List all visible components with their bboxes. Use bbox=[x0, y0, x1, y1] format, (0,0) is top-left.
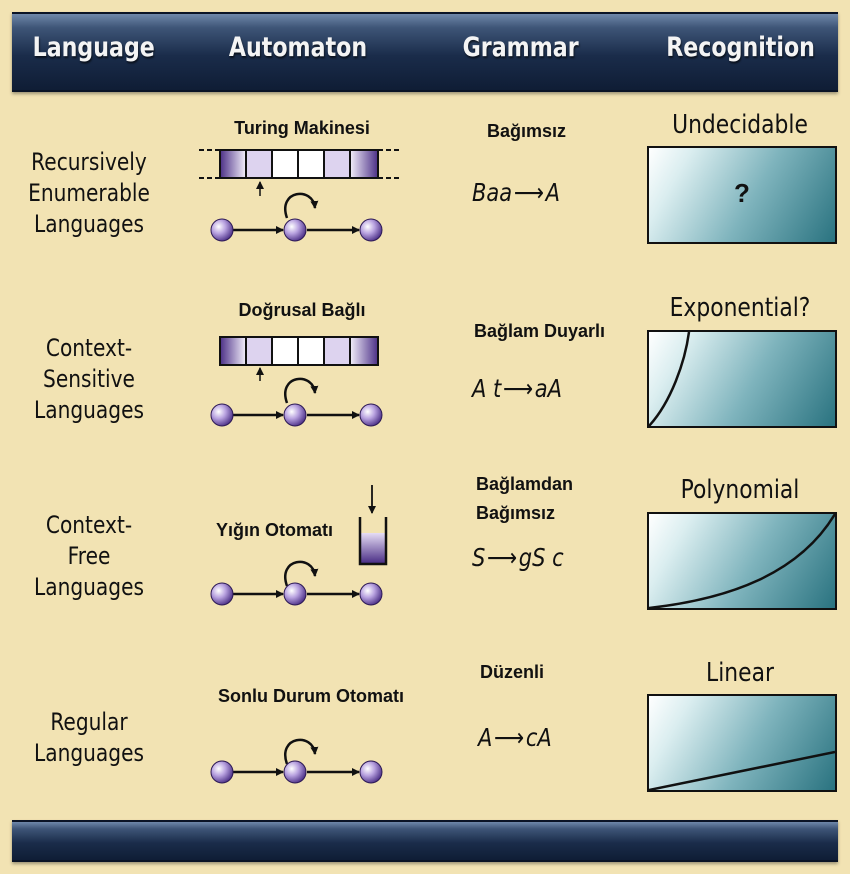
footer-bar bbox=[12, 820, 838, 862]
grammar-rule: S⟶gS c bbox=[472, 543, 564, 572]
state-node bbox=[210, 582, 234, 606]
automaton-label-turing: Turing Makinesi bbox=[234, 118, 370, 138]
grammar-rule: Baa⟶A bbox=[472, 178, 560, 207]
recognition-label-exponential: Exponential? bbox=[669, 293, 811, 323]
complexity-box-polynomial bbox=[647, 512, 837, 610]
rule-right: cA bbox=[525, 723, 552, 752]
grammar-label-context-sensitive: Bağlam Duyarlı bbox=[474, 321, 606, 341]
rule-arrow-icon: ⟶ bbox=[502, 374, 534, 403]
state-node bbox=[210, 218, 234, 242]
self-loop-arrow bbox=[284, 192, 319, 219]
state-node bbox=[359, 760, 383, 784]
language-context-free: Context- Free Languages bbox=[33, 511, 144, 601]
grammar-label-unrestricted: Bağımsız bbox=[487, 121, 567, 141]
complexity-box-exponential bbox=[647, 330, 837, 428]
polynomial-curve bbox=[649, 514, 835, 608]
automaton-label-pushdown: Yığın Otomatı bbox=[216, 520, 333, 540]
rule-left: Baa bbox=[472, 178, 513, 207]
header-grammar: Grammar bbox=[462, 32, 579, 63]
language-recursively-enumerable: Recursively Enumerable Languages bbox=[28, 148, 150, 238]
state-node bbox=[283, 760, 307, 784]
automaton-label-finite-state: Sonlu Durum Otomatı bbox=[218, 686, 404, 706]
state-node bbox=[359, 403, 383, 427]
rule-left: S bbox=[472, 543, 486, 572]
rule-right: A bbox=[545, 178, 560, 207]
language-regular: Regular Languages bbox=[33, 708, 144, 767]
self-loop-arrow bbox=[284, 560, 319, 587]
state-node bbox=[283, 403, 307, 427]
question-mark: ? bbox=[734, 178, 750, 208]
rule-arrow-icon: ⟶ bbox=[513, 178, 544, 207]
state-node bbox=[359, 218, 383, 242]
header-automaton: Automaton bbox=[228, 32, 368, 63]
state-node bbox=[283, 582, 307, 606]
linear-bounded-automaton-diagram bbox=[210, 336, 383, 427]
language-context-sensitive: Context- Sensitive Languages bbox=[33, 334, 144, 424]
rule-left: A bbox=[478, 723, 493, 752]
complexity-box-linear bbox=[647, 694, 837, 792]
rule-right: gS c bbox=[518, 543, 564, 572]
rule-arrow-icon: ⟶ bbox=[487, 543, 518, 572]
self-loop-arrow bbox=[284, 377, 319, 404]
pushdown-automaton-diagram bbox=[210, 560, 383, 606]
state-node bbox=[210, 760, 234, 784]
rule-left: A t bbox=[472, 374, 502, 403]
tape bbox=[219, 336, 379, 366]
state-node bbox=[283, 218, 307, 242]
header-language: Language bbox=[32, 32, 155, 63]
tape bbox=[199, 149, 401, 179]
finite-state-automaton-diagram bbox=[210, 738, 383, 784]
state-node bbox=[359, 582, 383, 606]
automaton-label-linear-bounded: Doğrusal Bağlı bbox=[238, 300, 366, 320]
recognition-label-linear: Linear bbox=[706, 658, 774, 688]
complexity-box-undecidable: ? bbox=[647, 146, 837, 244]
turing-machine-diagram bbox=[199, 149, 401, 242]
header-recognition: Recognition bbox=[666, 32, 815, 63]
rule-right: aA bbox=[534, 374, 562, 403]
grammar-rule: A⟶cA bbox=[478, 723, 552, 752]
grammar-label-context-free: Bağlamdan Bağımsız bbox=[476, 474, 574, 523]
recognition-label-polynomial: Polynomial bbox=[680, 475, 800, 505]
grammar-label-regular: Düzenli bbox=[480, 662, 545, 682]
recognition-label-undecidable: Undecidable bbox=[672, 110, 808, 140]
state-node bbox=[210, 403, 234, 427]
grammar-rule: A t⟶aA bbox=[472, 374, 562, 403]
self-loop-arrow bbox=[284, 738, 319, 765]
exponential-curve bbox=[649, 332, 691, 426]
linear-curve bbox=[649, 750, 835, 790]
rule-arrow-icon: ⟶ bbox=[494, 723, 525, 752]
